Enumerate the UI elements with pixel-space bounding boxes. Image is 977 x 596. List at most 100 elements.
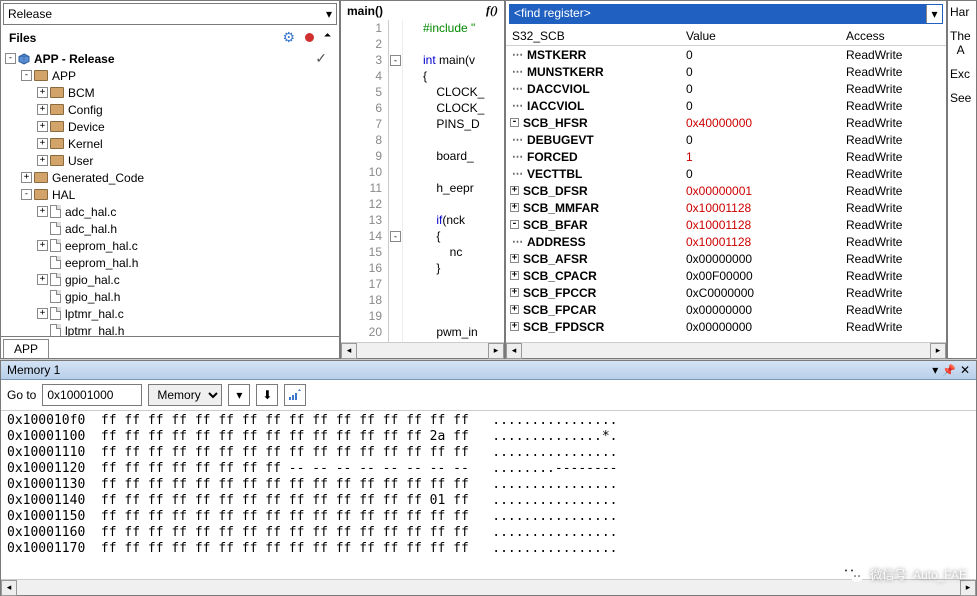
register-row[interactable]: ⋯FORCED1ReadWrite <box>506 148 946 165</box>
find-register-input[interactable]: <find register> ▾ <box>509 4 943 24</box>
expand-icon[interactable]: + <box>37 104 48 115</box>
register-access: ReadWrite <box>846 48 946 62</box>
folder-config[interactable]: +Config <box>5 101 335 118</box>
register-row[interactable]: +SCB_CPACR0x00F00000ReadWrite <box>506 267 946 284</box>
folder-icon <box>50 87 64 98</box>
horizontal-scrollbar[interactable]: ◂ ▸ <box>1 579 976 595</box>
memory-titlebar[interactable]: Memory 1 ▾ 📌 ✕ <box>1 361 976 380</box>
register-name: DEBUGEVT <box>527 133 594 147</box>
register-row[interactable]: +SCB_FPCAR0x00000000ReadWrite <box>506 301 946 318</box>
expand-icon[interactable]: + <box>37 155 48 166</box>
register-row[interactable]: +SCB_FPDSCR0x00000000ReadWrite <box>506 318 946 335</box>
register-name: SCB_FPDSCR <box>523 320 604 334</box>
view-select[interactable]: Memory <box>148 384 222 406</box>
expand-icon[interactable]: + <box>510 322 519 331</box>
register-access: ReadWrite <box>846 286 946 300</box>
register-name: DACCVIOL <box>527 82 590 96</box>
register-value: 0 <box>686 99 846 113</box>
register-row[interactable]: ⋯MSTKERR0ReadWrite <box>506 46 946 63</box>
register-row[interactable]: ⋯VECTTBL0ReadWrite <box>506 165 946 182</box>
tree-dots: ⋯ <box>512 99 524 112</box>
folder-app[interactable]: -APP <box>5 67 335 84</box>
close-icon[interactable]: ✕ <box>960 363 970 377</box>
function-icon[interactable]: f() <box>486 3 498 18</box>
folder-generated[interactable]: +Generated_Code <box>5 169 335 186</box>
file-lptmr-h[interactable]: lptmr_hal.h <box>5 322 335 336</box>
cursor-icon[interactable]: ⬇ <box>256 384 278 406</box>
memory-content[interactable]: 0x100010f0 ff ff ff ff ff ff ff ff ff ff… <box>1 411 976 579</box>
register-name: SCB_AFSR <box>523 252 588 266</box>
horizontal-scrollbar[interactable]: ◂ ▸ <box>506 342 946 358</box>
file-gpio-c[interactable]: +gpio_hal.c <box>5 271 335 288</box>
fold-icon[interactable]: - <box>390 231 401 242</box>
dropdown-icon[interactable]: ▾ <box>932 363 938 377</box>
expand-icon[interactable]: + <box>510 203 519 212</box>
fold-icon[interactable]: - <box>390 55 401 66</box>
file-lptmr-c[interactable]: +lptmr_hal.c <box>5 305 335 322</box>
collapse-icon[interactable]: - <box>5 53 16 64</box>
tab-app[interactable]: APP <box>3 339 49 358</box>
address-input[interactable] <box>42 384 142 406</box>
register-row[interactable]: ⋯DEBUGEVT0ReadWrite <box>506 131 946 148</box>
register-row[interactable]: -SCB_BFAR0x10001128ReadWrite <box>506 216 946 233</box>
dropdown-button[interactable]: ▾ <box>228 384 250 406</box>
refresh-icon[interactable] <box>284 384 306 406</box>
collapse-icon[interactable]: - <box>510 220 519 229</box>
register-row[interactable]: +SCB_DFSR0x00000001ReadWrite <box>506 182 946 199</box>
scroll-left-icon[interactable]: ◂ <box>1 580 17 596</box>
file-icon <box>50 239 61 252</box>
expand-icon[interactable]: + <box>37 87 48 98</box>
scroll-left-icon[interactable]: ◂ <box>506 343 522 359</box>
file-icon <box>50 222 61 235</box>
register-row[interactable]: ⋯IACCVIOL0ReadWrite <box>506 97 946 114</box>
file-adc-h[interactable]: adc_hal.h <box>5 220 335 237</box>
expand-icon[interactable]: + <box>37 206 48 217</box>
expand-icon[interactable]: + <box>37 138 48 149</box>
expand-icon[interactable]: + <box>37 240 48 251</box>
release-dropdown[interactable]: Release ▾ <box>3 3 337 25</box>
pin-icon[interactable]: 📌 <box>942 364 956 377</box>
scroll-right-icon[interactable]: ▸ <box>488 343 504 359</box>
expand-icon[interactable]: + <box>21 172 32 183</box>
folder-kernel[interactable]: +Kernel <box>5 135 335 152</box>
horizontal-scrollbar[interactable]: ◂ ▸ <box>341 342 504 358</box>
folder-hal[interactable]: -HAL <box>5 186 335 203</box>
scroll-right-icon[interactable]: ▸ <box>930 343 946 359</box>
register-row[interactable]: +SCB_FPCCR0xC0000000ReadWrite <box>506 284 946 301</box>
folder-bcm[interactable]: +BCM <box>5 84 335 101</box>
expand-icon[interactable]: + <box>510 305 519 314</box>
expand-icon[interactable]: + <box>510 271 519 280</box>
col-access: Access <box>846 29 946 43</box>
files-tree[interactable]: - APP - Release ✓ -APP +BCM +Config +Dev… <box>1 48 339 336</box>
folder-user[interactable]: +User <box>5 152 335 169</box>
code-editor[interactable]: 1234567891011121314151617181920 - - #inc… <box>341 20 504 342</box>
chevron-down-icon[interactable]: ▾ <box>926 5 942 23</box>
register-row[interactable]: ⋯DACCVIOL0ReadWrite <box>506 80 946 97</box>
register-row[interactable]: +SCB_AFSR0x00000000ReadWrite <box>506 250 946 267</box>
tree-dots: ⋯ <box>512 82 524 95</box>
register-row[interactable]: +SCB_MMFAR0x10001128ReadWrite <box>506 199 946 216</box>
gear-icon[interactable]: ⚙ <box>282 29 295 46</box>
project-root[interactable]: - APP - Release ✓ <box>5 50 335 67</box>
file-gpio-h[interactable]: gpio_hal.h <box>5 288 335 305</box>
register-row[interactable]: ⋯MUNSTKERR0ReadWrite <box>506 63 946 80</box>
expand-icon[interactable]: + <box>510 288 519 297</box>
file-eeprom-h[interactable]: eeprom_hal.h <box>5 254 335 271</box>
scroll-left-icon[interactable]: ◂ <box>341 343 357 359</box>
expand-icon[interactable]: + <box>37 121 48 132</box>
register-row[interactable]: ⋯ADDRESS0x10001128ReadWrite <box>506 233 946 250</box>
tree-dots: ⋯ <box>512 133 524 146</box>
expand-icon[interactable]: + <box>510 254 519 263</box>
chevron-up-icon[interactable]: 🞁 <box>324 32 331 43</box>
collapse-icon[interactable]: - <box>510 118 519 127</box>
register-row[interactable]: -SCB_HFSR0x40000000ReadWrite <box>506 114 946 131</box>
file-eeprom-c[interactable]: +eeprom_hal.c <box>5 237 335 254</box>
expand-icon[interactable]: + <box>37 308 48 319</box>
expand-icon[interactable]: + <box>510 186 519 195</box>
record-icon[interactable] <box>305 33 314 42</box>
collapse-icon[interactable]: - <box>21 189 32 200</box>
expand-icon[interactable]: + <box>37 274 48 285</box>
file-adc-c[interactable]: +adc_hal.c <box>5 203 335 220</box>
folder-device[interactable]: +Device <box>5 118 335 135</box>
collapse-icon[interactable]: - <box>21 70 32 81</box>
